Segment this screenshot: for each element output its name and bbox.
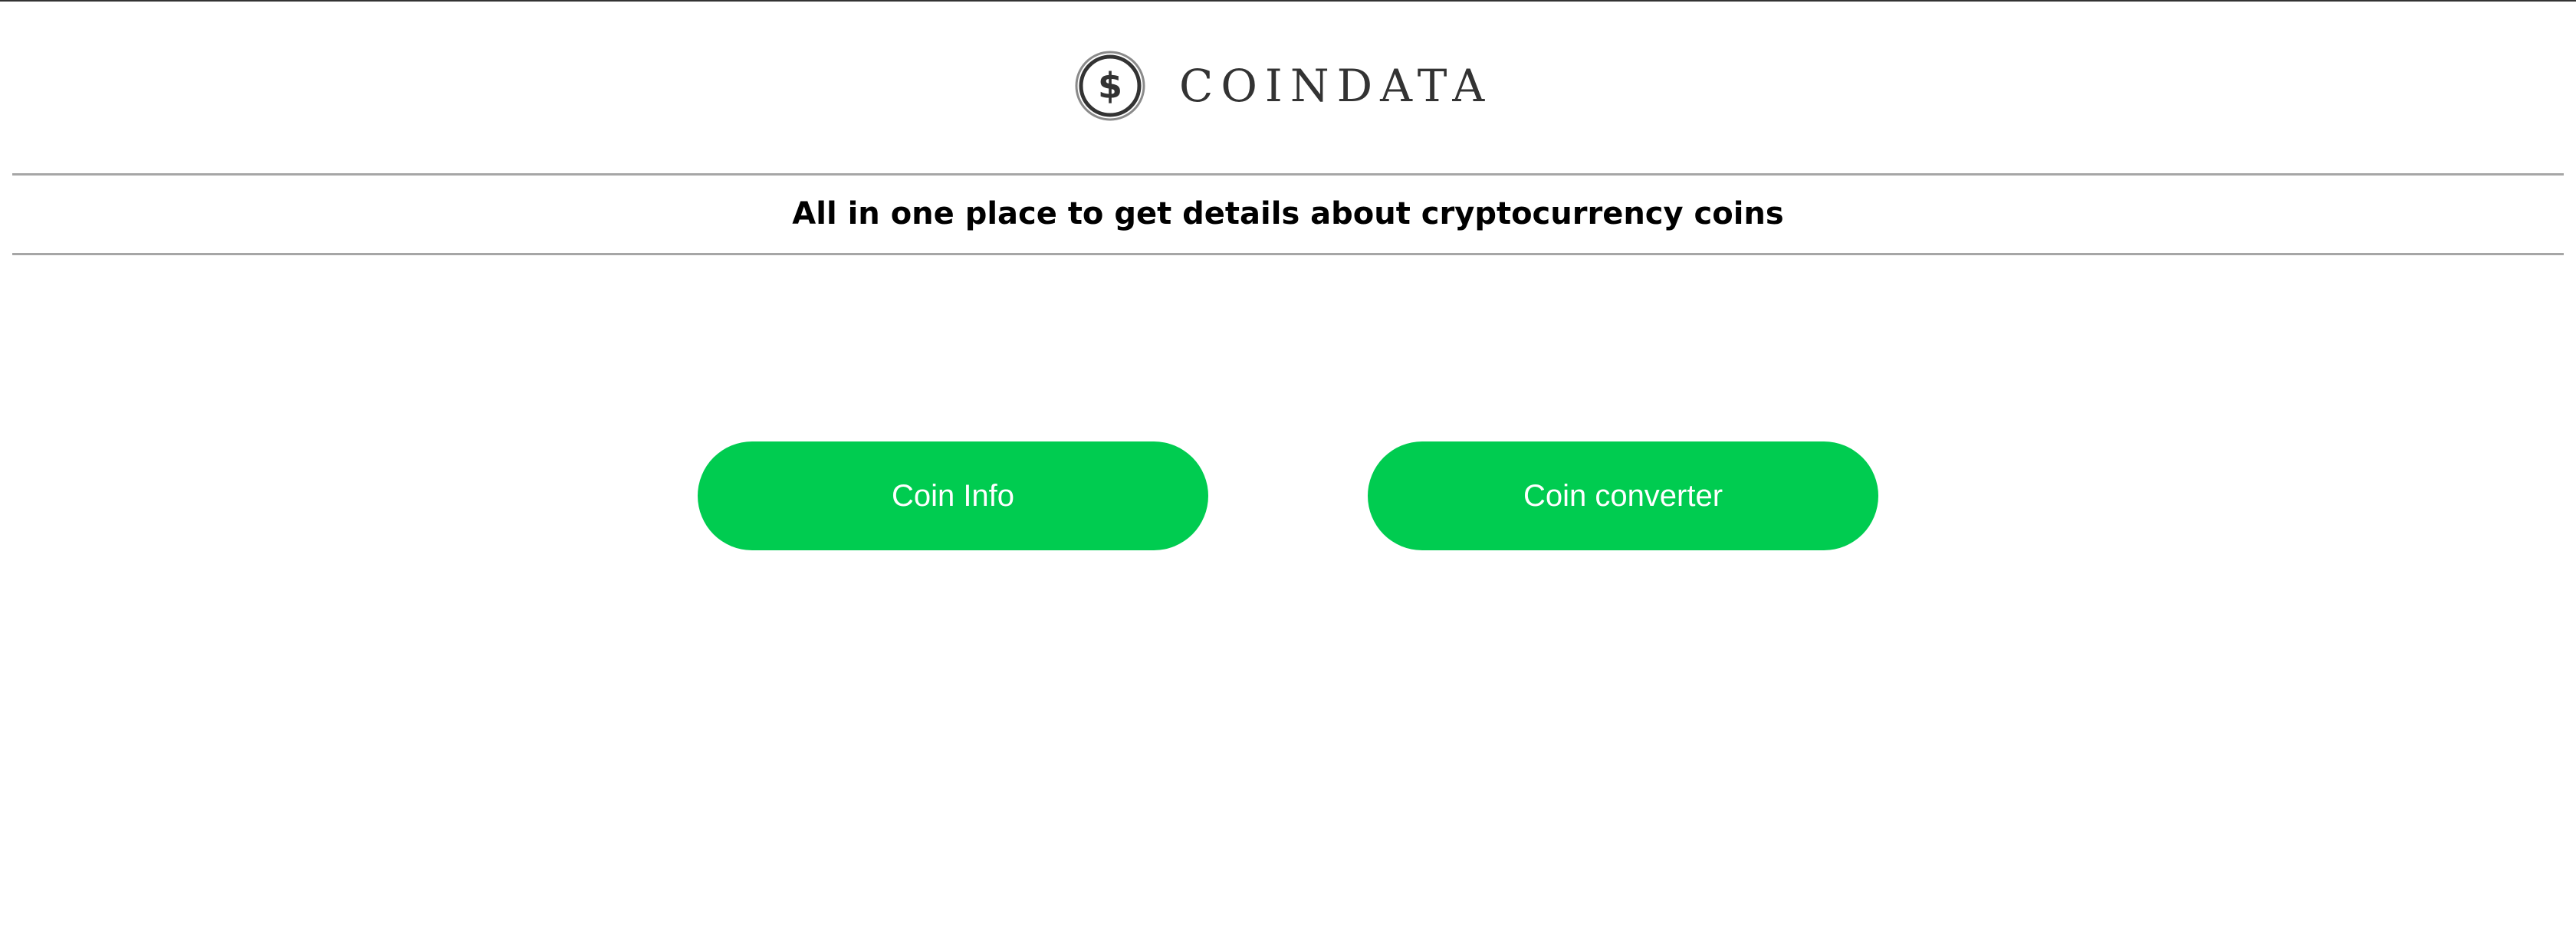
page: $ COINDATA All in one place to get detai… — [0, 0, 2576, 932]
dollar-coin-icon: $ — [1075, 51, 1145, 121]
divider-bottom — [12, 253, 2564, 255]
coin-info-button[interactable]: Coin Info — [698, 441, 1208, 550]
coin-converter-button[interactable]: Coin converter — [1368, 441, 1878, 550]
brand-name: COINDATA — [1179, 60, 1493, 112]
page-tagline: All in one place to get details about cr… — [792, 196, 1784, 231]
dollar-symbol: $ — [1098, 65, 1122, 107]
brand-logo[interactable]: $ COINDATA — [1075, 51, 1492, 121]
site-header: $ COINDATA — [0, 2, 2576, 173]
